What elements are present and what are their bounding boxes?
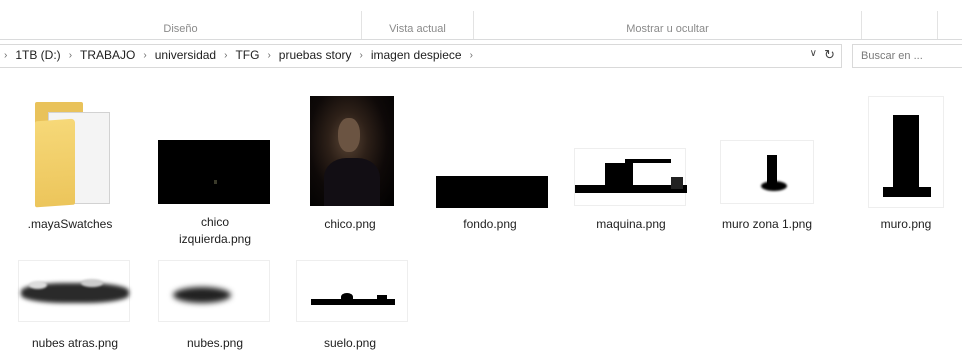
image-thumbnail (436, 176, 548, 208)
search-box[interactable] (852, 44, 962, 68)
file-name: fondo.png (463, 217, 517, 231)
chevron-right-icon[interactable]: › (218, 50, 233, 61)
file-item[interactable]: muro.png (850, 92, 962, 242)
chevron-right-icon[interactable]: › (4, 50, 13, 61)
ribbon-group-extra (862, 11, 938, 39)
breadcrumb-pruebas-story[interactable]: pruebas story (277, 48, 354, 62)
file-item[interactable]: .mayaSwatches (10, 92, 130, 242)
ribbon-group-label: Mostrar u ocultar (626, 23, 709, 35)
file-item[interactable]: nubes.png (150, 250, 280, 354)
file-name-line1: chico (200, 215, 229, 229)
image-thumbnail (574, 148, 687, 206)
breadcrumb-trabajo[interactable]: TRABAJO (78, 48, 137, 62)
search-input[interactable] (853, 45, 962, 67)
ribbon-group-label: Vista actual (389, 23, 446, 35)
image-thumbnail (18, 260, 130, 322)
ribbon-group-current-view: Vista actual (362, 11, 474, 39)
ribbon-group-show-hide: Mostrar u ocultar (474, 11, 862, 39)
file-item[interactable]: nubes atras.png (10, 250, 140, 354)
image-thumbnail (158, 260, 270, 322)
address-bar[interactable]: › 1TB (D:) › TRABAJO › universidad › TFG… (0, 44, 842, 68)
refresh-icon[interactable]: ↻ (824, 47, 835, 63)
breadcrumb-universidad[interactable]: universidad (153, 48, 218, 62)
file-name: .mayaSwatches (27, 217, 113, 231)
file-name: muro zona 1.png (721, 217, 813, 231)
file-item[interactable]: fondo.png (420, 92, 560, 242)
chevron-right-icon[interactable]: › (464, 50, 479, 61)
ribbon-group-layout: Diseño (0, 11, 362, 39)
image-thumbnail (720, 140, 814, 204)
breadcrumb: › 1TB (D:) › TRABAJO › universidad › TFG… (4, 48, 479, 62)
ribbon: Diseño Vista actual Mostrar u ocultar (0, 0, 962, 40)
chevron-right-icon[interactable]: › (137, 50, 152, 61)
chevron-right-icon[interactable]: › (261, 50, 276, 61)
file-item[interactable]: chico.png (290, 92, 410, 242)
breadcrumb-drive[interactable]: 1TB (D:) (13, 48, 62, 62)
file-name: nubes.png (186, 336, 244, 350)
file-name: suelo.png (323, 336, 377, 350)
file-name: nubes atras.png (31, 336, 119, 350)
file-name: maquina.png (596, 217, 666, 231)
image-thumbnail (310, 96, 394, 206)
file-item[interactable]: suelo.png (290, 250, 410, 354)
chevron-down-icon[interactable]: ∨ (810, 48, 817, 59)
image-thumbnail (158, 140, 270, 204)
image-thumbnail (868, 96, 944, 208)
file-item[interactable]: maquina.png (566, 92, 696, 242)
chevron-right-icon[interactable]: › (63, 50, 78, 61)
chevron-right-icon[interactable]: › (353, 50, 368, 61)
image-thumbnail (296, 260, 408, 322)
breadcrumb-imagen-despiece[interactable]: imagen despiece (369, 48, 464, 62)
file-item[interactable]: chico izquierda.png (150, 92, 280, 252)
breadcrumb-tfg[interactable]: TFG (233, 48, 261, 62)
file-name: chico.png (324, 217, 376, 231)
file-item[interactable]: muro zona 1.png (702, 92, 832, 242)
file-name-line2: izquierda.png (178, 232, 252, 246)
ribbon-group-label: Diseño (163, 23, 198, 35)
file-name: muro.png (880, 217, 932, 231)
